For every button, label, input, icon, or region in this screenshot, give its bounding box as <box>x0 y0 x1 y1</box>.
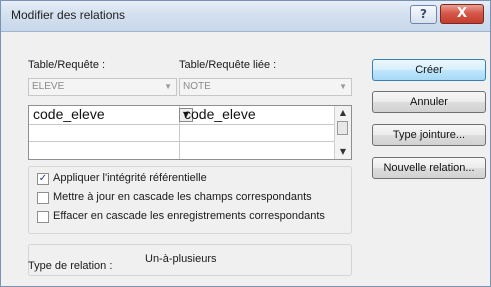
close-button[interactable]: X <box>440 4 484 24</box>
relation-type-label: Type de relation : <box>28 260 113 272</box>
arrow-down-icon[interactable]: ▼ <box>335 145 351 159</box>
scroll-thumb[interactable] <box>337 121 348 135</box>
related-table-combo-value: NOTE <box>183 81 211 92</box>
grid-cell-right[interactable] <box>180 142 335 159</box>
grid-cell-right[interactable]: code_eleve <box>180 106 335 125</box>
edit-relations-dialog: Modifier des relations ? X Table/Requête… <box>0 0 491 287</box>
grid-cell-left[interactable]: code_eleve <box>29 106 180 125</box>
field-mapping-grid: code_eleve ▼ code_eleve ▲ ▼ <box>28 105 352 160</box>
table-combo[interactable]: ELEVE ▼ <box>28 78 177 96</box>
relation-type-group: Type de relation : Un-à-plusieurs <box>28 244 352 276</box>
grid-cell-left[interactable] <box>29 142 180 159</box>
cancel-button[interactable]: Annuler <box>372 91 486 113</box>
enforce-integrity-label: Appliquer l'intégrité référentielle <box>53 172 207 184</box>
right-field-value: code_eleve <box>184 106 256 122</box>
left-field-value: code_eleve <box>33 106 105 122</box>
grid-cell-right[interactable] <box>180 125 335 142</box>
enforce-integrity-checkbox[interactable]: ✓ <box>37 173 49 185</box>
table-combo-value: ELEVE <box>32 81 65 92</box>
chevron-down-icon: ▼ <box>339 82 347 91</box>
related-table-label: Table/Requête liée : <box>179 59 277 71</box>
help-button[interactable]: ? <box>410 5 437 24</box>
cascade-delete-label: Effacer en cascade les enregistrements c… <box>53 210 325 222</box>
table-label: Table/Requête : <box>28 59 106 71</box>
relation-type-value: Un-à-plusieurs <box>145 253 217 265</box>
related-table-combo[interactable]: NOTE ▼ <box>179 78 352 96</box>
create-button[interactable]: Créer <box>372 59 486 81</box>
cascade-update-checkbox[interactable] <box>37 192 49 204</box>
checkmark-icon: ✓ <box>38 173 48 184</box>
chevron-down-icon: ▼ <box>164 82 172 91</box>
cascade-update-label: Mettre à jour en cascade les champs corr… <box>53 191 312 203</box>
join-type-button[interactable]: Type jointure... <box>372 124 486 146</box>
integrity-options-group: ✓ Appliquer l'intégrité référentielle Me… <box>28 166 352 234</box>
title-bar: Modifier des relations ? X <box>1 1 490 32</box>
arrow-up-icon[interactable]: ▲ <box>335 106 351 120</box>
cascade-delete-checkbox[interactable] <box>37 211 49 223</box>
grid-cell-left[interactable] <box>29 125 180 142</box>
window-title: Modifier des relations <box>11 8 126 22</box>
grid-scrollbar[interactable]: ▲ ▼ <box>334 106 351 159</box>
new-relation-button[interactable]: Nouvelle relation... <box>372 157 486 179</box>
